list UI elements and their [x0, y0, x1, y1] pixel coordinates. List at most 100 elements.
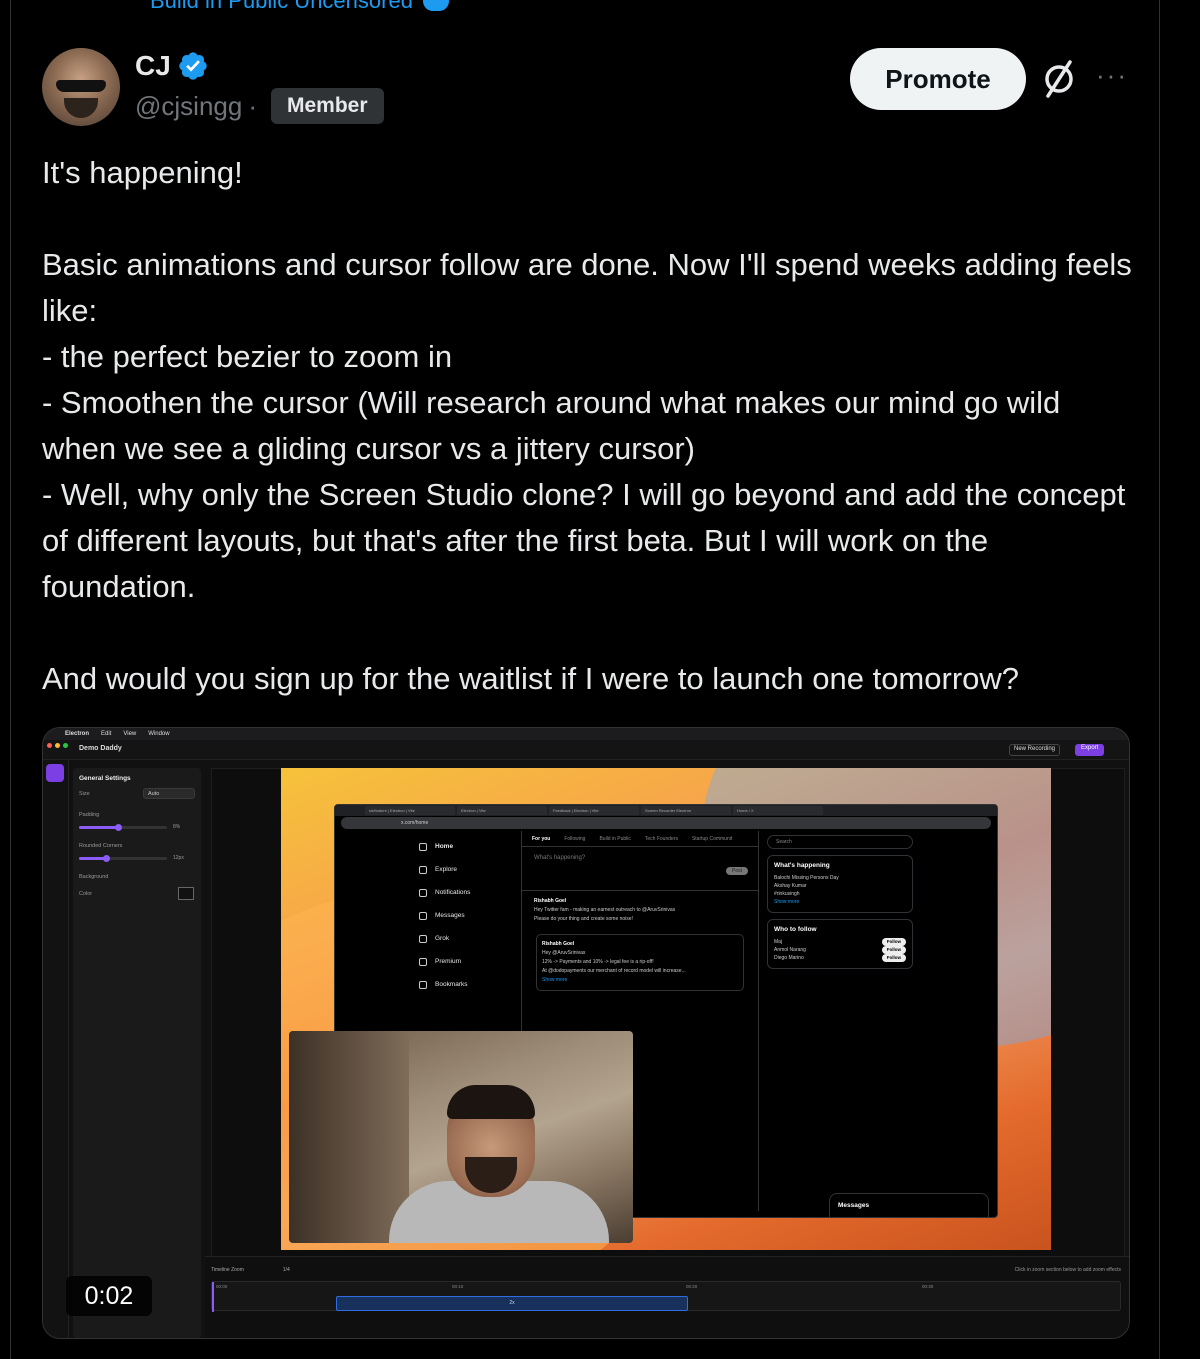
- time-marker: 00:00: [216, 1284, 228, 1289]
- color-swatch[interactable]: [178, 887, 194, 900]
- display-name[interactable]: CJ: [135, 50, 171, 82]
- time-marker: 00:10: [452, 1284, 464, 1289]
- beard-detail: [64, 98, 98, 118]
- speech-bubble-icon: [422, 0, 449, 11]
- tweet-body: Hey Twitter fam - making an earnest outr…: [534, 907, 676, 913]
- webcam-overlay: [289, 1031, 633, 1243]
- rounded-corners-label: Rounded Corners: [79, 843, 123, 849]
- menu-item[interactable]: Electron: [65, 731, 89, 737]
- menu-item[interactable]: Window: [148, 731, 169, 737]
- feed-tab[interactable]: Build in Public: [599, 836, 630, 842]
- timeline-zoom-label: Timeline Zoom 1/4: [211, 1267, 290, 1273]
- column-border-left: [10, 0, 11, 1359]
- x-nav: Home Explore Notifications Messages Grok…: [419, 835, 470, 996]
- padding-slider[interactable]: [79, 824, 167, 831]
- rounded-corners-slider[interactable]: [79, 855, 167, 862]
- color-label: Color: [79, 891, 93, 897]
- separator-dot: ·: [248, 90, 257, 121]
- more-options-icon[interactable]: ···: [1096, 60, 1128, 91]
- follow-button[interactable]: Follow: [881, 938, 906, 946]
- quote-line: At @dodopayments our merchant of record …: [542, 968, 686, 974]
- compose-box[interactable]: What's happening? Post: [522, 847, 758, 891]
- grok-icon[interactable]: [1040, 58, 1078, 100]
- compose-placeholder: What's happening?: [534, 855, 586, 861]
- quote-author: Rishabh Goel: [542, 941, 575, 947]
- column-border-right: [1159, 0, 1160, 1359]
- member-badge: Member: [271, 88, 384, 124]
- time-marker: 00:30: [922, 1284, 934, 1289]
- feed-tabs: For you Following Build in Public Tech F…: [522, 831, 758, 847]
- follow-row: Maj Follow: [774, 938, 906, 946]
- size-label: Size: [79, 791, 90, 797]
- browser-tab[interactable]: sd/feature | Electron | Vite: [365, 806, 455, 815]
- feed-tab[interactable]: For you: [532, 836, 550, 842]
- follow-button[interactable]: Follow: [881, 954, 906, 962]
- browser-tab[interactable]: Electron | Vite: [457, 806, 547, 815]
- zoom-clip[interactable]: 2x: [336, 1296, 688, 1311]
- nav-home[interactable]: Home: [419, 835, 470, 858]
- follow-row: Diego Marino Follow: [774, 954, 906, 962]
- quote-show-more[interactable]: Show more: [542, 977, 567, 983]
- app-menubar: Electron Edit View Window: [43, 728, 1129, 740]
- video-timestamp: 0:02: [66, 1276, 152, 1316]
- quote-line: Hey @AruvSrinivas: [542, 950, 586, 956]
- settings-tool-icon[interactable]: [46, 764, 64, 782]
- padding-value: 8%: [173, 824, 181, 830]
- tweet-sub: Please do your thing and create some noi…: [534, 916, 633, 922]
- promote-button[interactable]: Promote: [850, 48, 1026, 110]
- author-handle-row: @cjsingg · Member: [135, 88, 384, 124]
- menu-item[interactable]: Edit: [101, 731, 111, 737]
- background-label: Background: [79, 874, 109, 880]
- nav-notifications[interactable]: Notifications: [419, 881, 470, 904]
- messages-drawer[interactable]: Messages: [829, 1193, 989, 1217]
- timeline-track[interactable]: 00:00 00:10 00:20 00:30 2x: [211, 1281, 1121, 1312]
- export-button[interactable]: Export: [1075, 744, 1105, 756]
- video-player[interactable]: Electron Edit View Window Demo Daddy New…: [42, 727, 1130, 1339]
- trend-item[interactable]: Akshay Kumar: [774, 882, 906, 890]
- nav-messages[interactable]: Messages: [419, 904, 470, 927]
- x-search-input[interactable]: Search: [767, 835, 913, 849]
- playhead[interactable]: [212, 1282, 214, 1312]
- community-label[interactable]: Build in Public Uncensored: [150, 0, 413, 14]
- who-to-follow-box: Who to follow Maj Follow Anmol Narang Foll…: [767, 919, 913, 969]
- url-bar[interactable]: x.com/home: [341, 817, 991, 829]
- rounded-corners-value: 12px: [173, 855, 184, 861]
- follow-button[interactable]: Follow: [881, 946, 906, 954]
- tweet-text: It's happening! Basic animations and cur…: [42, 155, 1132, 696]
- timeline-hint: Click in zoom section below to add zoom …: [1014, 1267, 1121, 1273]
- browser-tab[interactable]: Feedback | Electron | Vite: [549, 806, 639, 815]
- feed-tab[interactable]: Following: [564, 836, 585, 842]
- show-more-link[interactable]: Show more: [774, 898, 906, 906]
- trend-item[interactable]: Balochi Missing Persons Day: [774, 874, 906, 882]
- author-name-row: CJ: [135, 50, 209, 82]
- quote-line: 12% -> Payments and 10% -> legal fee is …: [542, 959, 654, 965]
- time-marker: 00:20: [686, 1284, 698, 1289]
- nav-premium[interactable]: Premium: [419, 950, 470, 973]
- trend-item[interactable]: #rinkusingh: [774, 890, 906, 898]
- new-recording-button[interactable]: New Recording: [1009, 744, 1061, 756]
- size-select[interactable]: Auto: [143, 788, 195, 799]
- nav-grok[interactable]: Grok: [419, 927, 470, 950]
- feed-tab[interactable]: Tech Founders: [645, 836, 678, 842]
- menu-item[interactable]: View: [123, 731, 136, 737]
- community-link[interactable]: Build in Public Uncensored: [150, 0, 449, 14]
- nav-explore[interactable]: Explore: [419, 858, 470, 881]
- feed-tweet[interactable]: Rishabh Goel Hey Twitter fam - making an…: [522, 891, 758, 930]
- browser-tab[interactable]: Screen Recorder Electron: [641, 806, 731, 815]
- padding-label: Padding: [79, 812, 100, 818]
- browser-tab[interactable]: Home / X: [733, 806, 823, 815]
- post-button[interactable]: Post: [725, 867, 748, 875]
- sunglasses-detail: [56, 80, 106, 92]
- settings-title: General Settings: [79, 775, 131, 782]
- nav-bookmarks[interactable]: Bookmarks: [419, 973, 470, 996]
- avatar[interactable]: [42, 48, 120, 126]
- handle[interactable]: @cjsingg: [135, 91, 242, 122]
- timeline: Timeline Zoom 1/4 Click in zoom section …: [205, 1256, 1129, 1338]
- quoted-tweet[interactable]: Rishabh Goel Hey @AruvSrinivas 12% -> Pa…: [536, 934, 744, 991]
- feed-tab[interactable]: Startup Communit: [692, 836, 732, 842]
- whats-happening-box: What's happening Balochi Missing Persons…: [767, 855, 913, 913]
- tool-rail: [43, 760, 69, 1338]
- window-controls[interactable]: [47, 743, 68, 748]
- settings-panel: General Settings Size Auto Padding 8% Ro…: [73, 768, 201, 1338]
- app-titlebar: Demo Daddy New Recording Export: [43, 740, 1129, 760]
